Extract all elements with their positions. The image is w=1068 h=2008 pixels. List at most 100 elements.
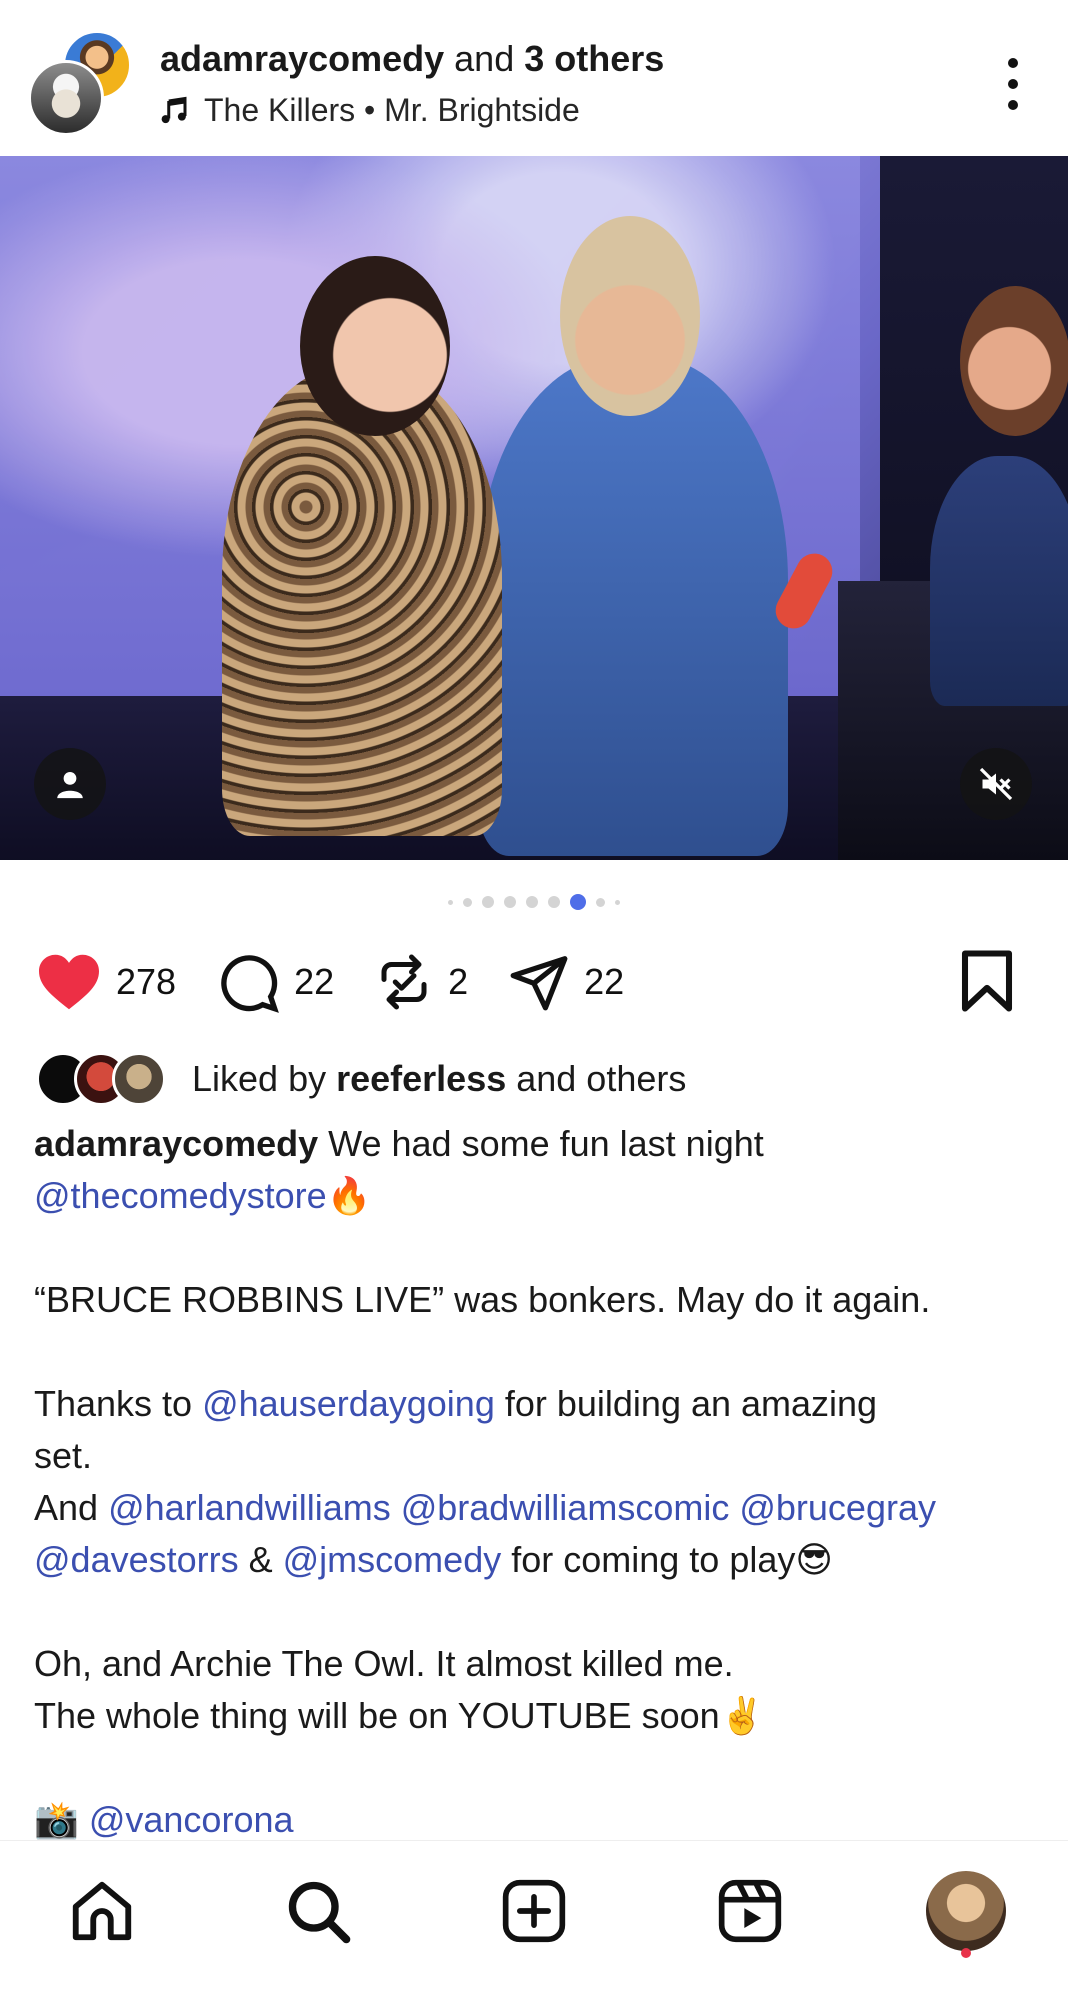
authors-connector: and <box>444 38 525 79</box>
caption-line: adamraycomedy We had some fun last night <box>34 1118 1044 1170</box>
caption-line: @davestorrs & @jmscomedy for coming to p… <box>34 1534 1044 1586</box>
carousel-dot <box>463 897 472 907</box>
caption-text: The whole thing will be on YOUTUBE soon <box>34 1695 720 1736</box>
comments-count[interactable]: 22 <box>294 961 334 1003</box>
host-figure <box>930 456 1068 706</box>
notification-dot <box>961 1948 971 1958</box>
reposts-count[interactable]: 2 <box>448 961 468 1003</box>
like-action: 278 <box>36 952 176 1012</box>
bookmark-icon[interactable] <box>958 948 1016 1014</box>
nav-profile-avatar[interactable] <box>926 1871 1006 1951</box>
repost-icon[interactable] <box>374 952 434 1012</box>
comment-action: 22 <box>216 950 334 1014</box>
mention-link[interactable]: @brucegray <box>739 1487 936 1528</box>
caption-text: set. <box>34 1435 93 1476</box>
mention-link[interactable]: @vancorona <box>89 1799 294 1840</box>
caption-line: 📸 @vancorona <box>34 1794 1044 1846</box>
comment-icon[interactable] <box>216 950 280 1014</box>
liked-by-user[interactable]: reeferless <box>336 1058 506 1099</box>
heart-icon[interactable] <box>36 952 102 1012</box>
repost-action: 2 <box>374 952 468 1012</box>
collab-avatars[interactable] <box>28 30 138 140</box>
caption-line: Oh, and Archie The Owl. It almost killed… <box>34 1638 1044 1690</box>
liker-avatars <box>36 1052 176 1106</box>
likes-count[interactable]: 278 <box>116 961 176 1003</box>
instagram-post-screen: adamraycomedy and 3 others The Killers •… <box>0 0 1068 2008</box>
carousel-indicator <box>0 892 1068 912</box>
carousel-dot <box>526 896 538 908</box>
share-action: 22 <box>508 951 624 1013</box>
music-note-icon <box>161 96 187 123</box>
shares-count[interactable]: 22 <box>584 961 624 1003</box>
more-options-button[interactable] <box>990 58 1036 110</box>
caption-line: And @harlandwilliams @bradwilliamscomic … <box>34 1482 1044 1534</box>
mention-link[interactable]: @thecomedystore <box>34 1175 327 1216</box>
author-avatar[interactable] <box>28 60 104 136</box>
nav-reels[interactable] <box>710 1871 790 1951</box>
camera-emoji: 📸 <box>34 1799 79 1840</box>
carousel-dot <box>548 896 560 908</box>
person-icon <box>57 771 83 799</box>
caption-username[interactable]: adamraycomedy <box>34 1123 318 1164</box>
others-link[interactable]: 3 others <box>524 38 664 79</box>
mention-link[interactable]: @harlandwilliams <box>108 1487 391 1528</box>
music-track: Mr. Brightside <box>384 92 580 128</box>
nav-create[interactable] <box>494 1871 574 1951</box>
liked-by-row[interactable]: Liked by reeferless and others <box>36 1052 686 1106</box>
caption-text: Thanks to <box>34 1383 203 1424</box>
caption-line: set. <box>34 1430 1044 1482</box>
performer-head <box>560 216 700 416</box>
carousel-dot-active <box>570 894 586 910</box>
caption-text: for coming to play <box>501 1539 796 1580</box>
mention-link[interactable]: @bradwilliamscomic <box>401 1487 730 1528</box>
author-username[interactable]: adamraycomedy <box>160 38 444 79</box>
carousel-dot <box>596 897 605 907</box>
liked-by-suffix[interactable]: and others <box>506 1058 686 1099</box>
caption-line: “BRUCE ROBBINS LIVE” was bonkers. May do… <box>34 1274 1044 1326</box>
carousel-dot <box>448 899 453 905</box>
caption-line: Thanks to @hauserdaygoing for building a… <box>34 1378 1044 1430</box>
mention-link[interactable]: @hauserdaygoing <box>202 1383 495 1424</box>
more-dot-icon <box>1008 79 1018 89</box>
post-caption: adamraycomedy We had some fun last night… <box>34 1118 1044 1846</box>
nav-search[interactable] <box>278 1871 358 1951</box>
nav-home[interactable] <box>62 1871 142 1951</box>
mute-button[interactable] <box>960 748 1032 820</box>
liked-by-text[interactable]: Liked by reeferless and others <box>192 1058 686 1100</box>
post-authors[interactable]: adamraycomedy and 3 others <box>160 38 664 80</box>
reels-icon <box>718 1879 782 1943</box>
cool-emoji: 😎 <box>795 1539 833 1580</box>
guest-head <box>300 256 450 436</box>
caption-line: The whole thing will be on YOUTUBE soon✌… <box>34 1690 1044 1742</box>
caption-text: Oh, and Archie The Owl. It almost killed… <box>34 1643 734 1684</box>
caption-text: “BRUCE ROBBINS LIVE” was bonkers. May do… <box>34 1279 931 1320</box>
carousel-dot <box>482 896 494 908</box>
liker-avatar <box>112 1052 166 1106</box>
mention-link[interactable]: @jmscomedy <box>283 1539 502 1580</box>
performer-figure <box>478 356 788 856</box>
action-bar: 278 22 2 22 <box>36 944 1036 1020</box>
caption-text: We had some fun last night <box>318 1123 764 1164</box>
search-icon <box>288 1881 351 1944</box>
music-artist: The Killers <box>204 92 356 128</box>
liked-by-prefix: Liked by <box>192 1058 337 1099</box>
guest-figure <box>222 366 502 836</box>
tagged-people-button[interactable] <box>34 748 106 820</box>
caption-text: & <box>238 1539 283 1580</box>
send-icon[interactable] <box>508 951 570 1013</box>
caption-text: for building an amazing <box>494 1383 878 1424</box>
host-head <box>960 286 1068 436</box>
audio-track[interactable]: The Killers • Mr. Brightside <box>160 92 580 129</box>
caption-text: And <box>34 1487 109 1528</box>
music-separator: • <box>355 92 385 128</box>
post-media-photo[interactable] <box>0 156 1068 860</box>
carousel-dot <box>615 899 620 905</box>
caption-line: @thecomedystore🔥 <box>34 1170 1044 1222</box>
more-dot-icon <box>1008 58 1018 68</box>
bottom-navigation <box>0 1840 1068 2008</box>
mention-link[interactable]: @davestorrs <box>34 1539 239 1580</box>
